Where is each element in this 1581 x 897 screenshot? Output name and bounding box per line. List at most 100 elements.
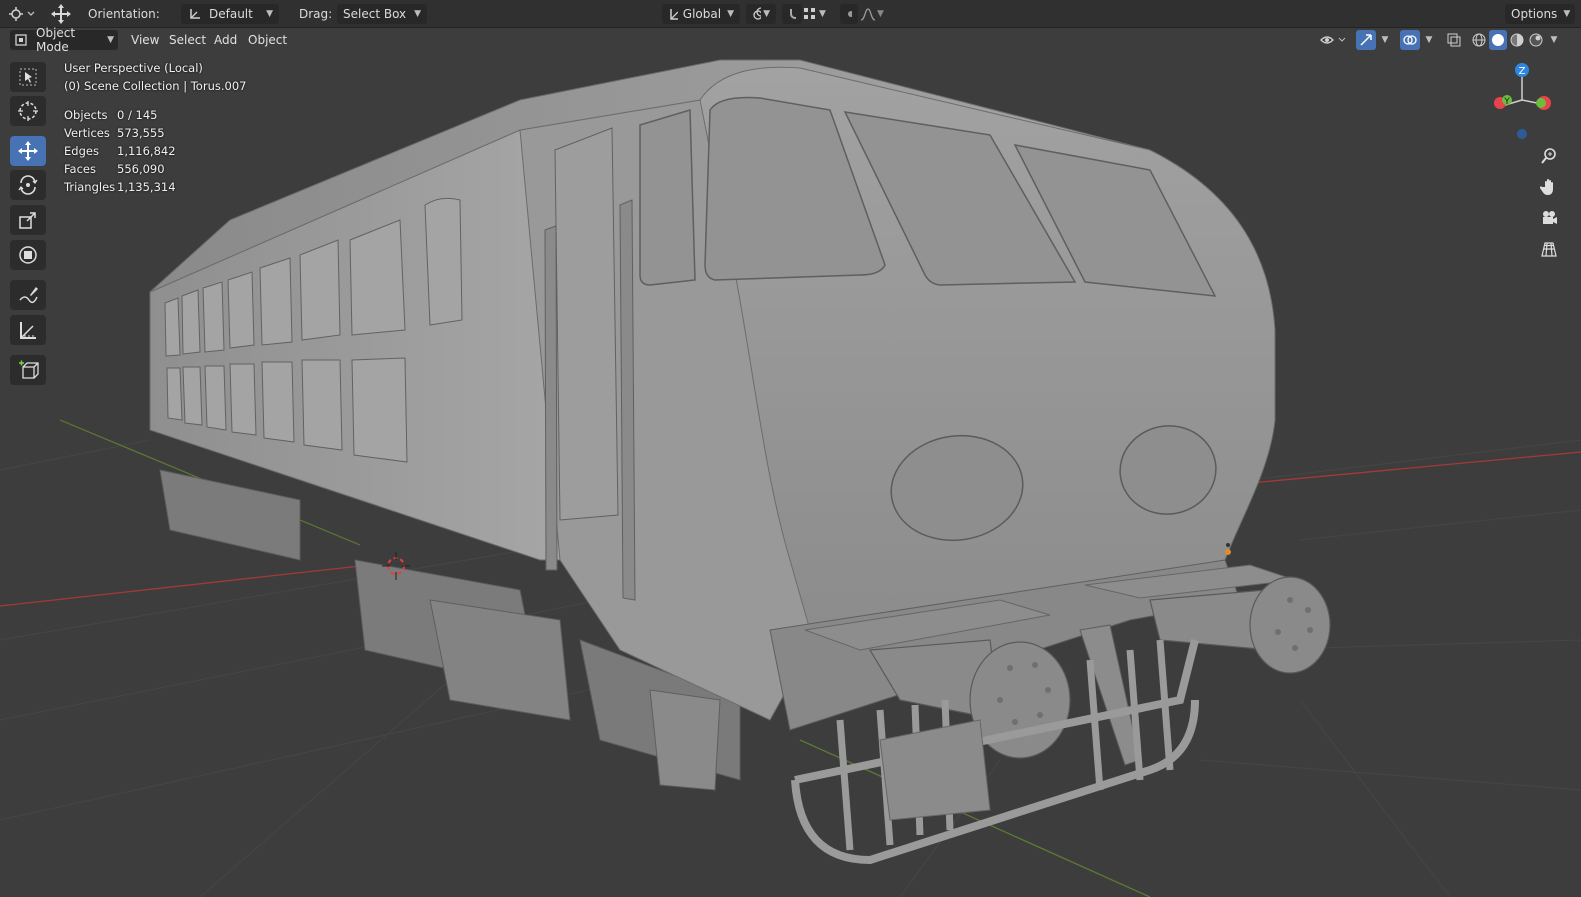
drag-label: Drag: (299, 7, 333, 21)
orientation-dropdown[interactable]: Default ▼ (181, 4, 279, 24)
gizmo-toggle[interactable] (1356, 30, 1376, 50)
x-axis-line-right (1239, 451, 1581, 485)
hand-icon (1540, 179, 1553, 195)
perspective-toggle-button[interactable] (1536, 236, 1562, 262)
mode-value: Object Mode (36, 26, 76, 54)
viewport-collection-label: (0) Scene Collection | Torus.007 (64, 79, 247, 93)
camera-icon (1543, 211, 1557, 224)
stat-value: 0 / 145 (117, 108, 158, 122)
stat-label: Triangles (64, 180, 116, 194)
orientation-icon (190, 9, 200, 19)
wireframe-icon (1472, 33, 1486, 47)
transform-orientation-value: Global (682, 7, 722, 21)
options-dropdown[interactable]: Options ▼ (1505, 4, 1575, 24)
measure-tool[interactable] (10, 315, 46, 345)
shading-solid[interactable] (1489, 30, 1507, 50)
chevron-down-icon: ▼ (727, 9, 734, 19)
snap-toggle[interactable] (782, 4, 802, 24)
menu-object[interactable]: Object (243, 30, 292, 50)
chevron-down-icon: ▼ (107, 35, 114, 45)
scene-statistics: Objects 0 / 145 Vertices 573,555 Edges 1,11… (64, 106, 176, 196)
grid-perspective-icon (1541, 242, 1557, 257)
stat-value: 1,116,842 (117, 144, 176, 158)
transform-tool[interactable] (10, 240, 46, 270)
scale-icon (19, 212, 36, 229)
z-axis-label: Z (1519, 66, 1526, 77)
shading-rendered[interactable] (1527, 30, 1545, 50)
navigation-gizmo[interactable]: Z Y (1488, 60, 1558, 140)
chevron-down-icon: ▼ (1381, 35, 1389, 45)
falloff-curve-icon (860, 8, 876, 21)
select-box-tool[interactable] (10, 62, 46, 92)
move-tool[interactable] (10, 136, 46, 166)
magnet-icon (790, 9, 796, 19)
menu-select[interactable]: Select (164, 30, 211, 50)
stat-row: Vertices 573,555 (64, 124, 176, 142)
falloff-dropdown[interactable]: ▼ (860, 4, 890, 24)
viewport-perspective-label: User Perspective (Local) (64, 61, 203, 75)
xray-toggle[interactable] (1444, 30, 1464, 50)
stat-value: 1,135,314 (117, 180, 176, 194)
move-transform-icon[interactable] (50, 4, 74, 24)
orientation-value: Default (209, 7, 253, 21)
neg-y-axis-handle[interactable] (1536, 98, 1546, 108)
chevron-down-icon: ▼ (414, 9, 421, 19)
viewport-scene (0, 59, 1581, 897)
stat-label: Faces (64, 162, 96, 176)
zoom-icon (1541, 148, 1556, 164)
pan-button[interactable] (1536, 174, 1562, 200)
object-origin (1225, 549, 1231, 555)
zoom-button[interactable] (1536, 143, 1562, 169)
editor-type-icon (9, 7, 35, 21)
drag-dropdown[interactable]: Select Box ▼ (337, 4, 427, 24)
door-handrail-rear (544, 225, 558, 571)
orientation-label: Orientation: (88, 7, 160, 21)
editor-type-button[interactable] (8, 4, 40, 24)
rotate-icon (18, 175, 38, 195)
origin-dot (1226, 543, 1230, 547)
3d-viewport[interactable] (0, 52, 1581, 897)
cursor-icon (18, 101, 38, 121)
snap-target-dropdown[interactable]: ▼ (803, 4, 833, 24)
door-handrail (619, 199, 636, 601)
pivot-point-dropdown[interactable]: ▼ (746, 4, 776, 24)
material-shading-icon (1510, 33, 1524, 47)
gizmo-icon (1360, 34, 1372, 46)
stat-value: 556,090 (117, 162, 165, 176)
xray-icon (1447, 33, 1461, 47)
eye-icon (1320, 36, 1346, 44)
stat-label: Vertices (64, 126, 110, 140)
y-axis-label: Y (1503, 97, 1510, 107)
rendered-shading-icon (1529, 33, 1543, 47)
shading-dropdown[interactable]: ▼ (1547, 30, 1561, 50)
windshields (639, 96, 1217, 297)
annotate-tool[interactable] (10, 280, 46, 310)
transform-icon (19, 246, 37, 264)
neg-z-axis-handle[interactable] (1517, 129, 1527, 139)
rotate-tool[interactable] (10, 170, 46, 200)
scale-tool[interactable] (10, 205, 46, 235)
shading-material[interactable] (1508, 30, 1526, 50)
add-cube-tool[interactable] (10, 355, 46, 385)
options-label: Options (1511, 7, 1558, 21)
transform-orientation-dropdown[interactable]: Global ▼ (662, 4, 740, 24)
camera-view-button[interactable] (1536, 205, 1562, 231)
chevron-down-icon: ▼ (763, 9, 770, 19)
mode-dropdown[interactable]: Object Mode ▼ (10, 26, 118, 54)
gizmo-dropdown[interactable]: ▼ (1378, 30, 1392, 50)
snowplow-block (879, 719, 991, 821)
cursor-tool[interactable] (10, 96, 46, 126)
overlays-dropdown[interactable]: ▼ (1422, 30, 1436, 50)
shading-wireframe[interactable] (1470, 30, 1488, 50)
proportional-edit-toggle[interactable] (840, 4, 858, 24)
overlays-icon (1403, 35, 1417, 45)
add-cube-icon (19, 360, 39, 379)
menu-add[interactable]: Add (209, 30, 242, 50)
solid-shading-icon (1492, 34, 1504, 46)
move-icon (18, 141, 38, 161)
visibility-dropdown[interactable] (1318, 30, 1350, 50)
overlays-toggle[interactable] (1400, 30, 1420, 50)
menu-view[interactable]: View (126, 30, 164, 50)
stat-row: Faces 556,090 (64, 160, 176, 178)
chevron-down-icon: ▼ (1550, 35, 1558, 45)
